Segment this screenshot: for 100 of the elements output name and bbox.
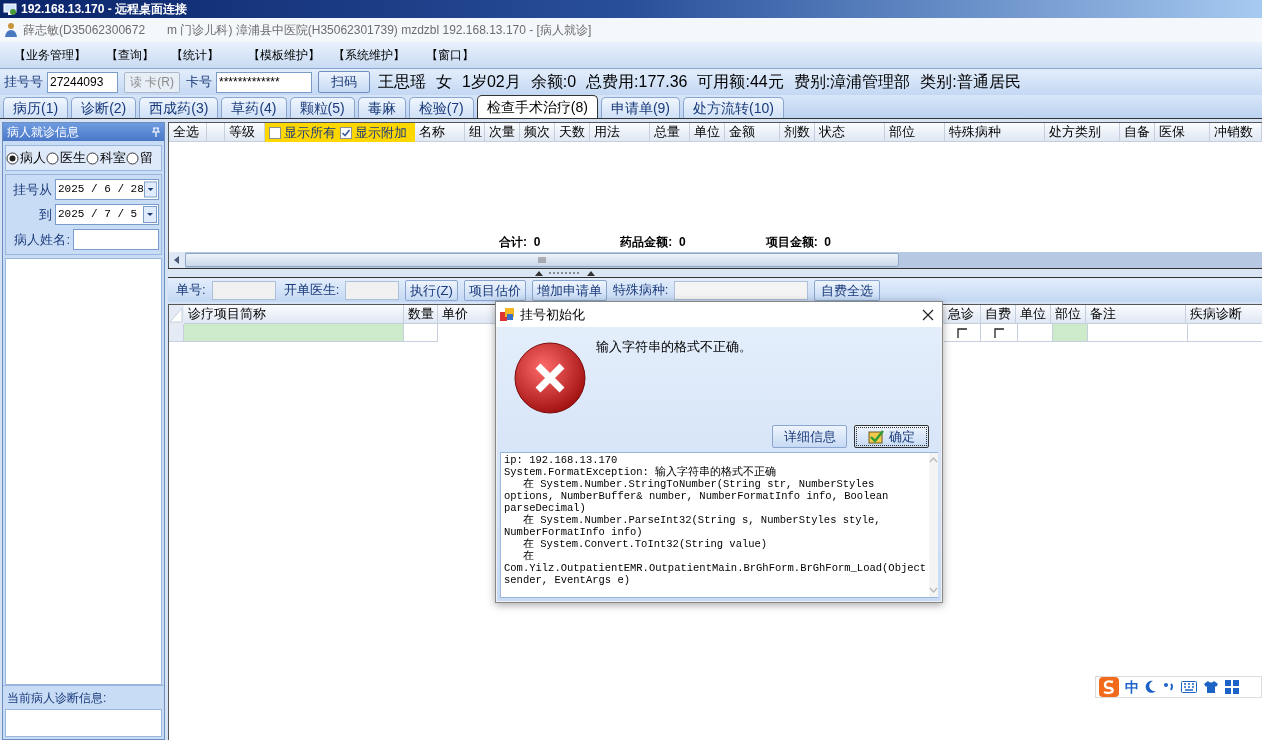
panel-title: 病人就诊信息 bbox=[7, 124, 79, 141]
splitter-grip-icon bbox=[535, 270, 595, 276]
menu-item[interactable]: 【模板维护】 bbox=[248, 46, 333, 64]
error-message: 输入字符串的格式不正确。 bbox=[596, 338, 752, 356]
menu-item[interactable]: 【窗口】 bbox=[426, 46, 496, 64]
error-icon bbox=[514, 341, 586, 415]
tab[interactable]: 病历(1) bbox=[3, 97, 69, 118]
radio-option[interactable]: 医生 bbox=[46, 148, 86, 168]
toolbar-button[interactable]: 自费全选 bbox=[814, 279, 881, 301]
close-icon bbox=[922, 308, 934, 321]
menu-item[interactable]: 【系统维护】 bbox=[333, 46, 426, 64]
error-details-line: 在 System.Number.ParseInt32(String s, NumberStyles style, NumberFormatInfo info) bbox=[504, 514, 882, 538]
field-label: 开单医生: bbox=[283, 281, 340, 300]
moon-icon bbox=[1145, 680, 1157, 694]
scrollbar-thumb[interactable] bbox=[185, 253, 899, 267]
field-label: 到 bbox=[39, 205, 52, 224]
total-label: 药品金额: 0 bbox=[620, 234, 686, 251]
toolbar-button[interactable]: 增加申请单 bbox=[531, 279, 607, 301]
radio-option[interactable]: 科室 bbox=[86, 148, 126, 168]
checkbox[interactable] bbox=[269, 126, 281, 139]
error-details-line: ip: 192.168.13.170 bbox=[504, 454, 619, 466]
tab[interactable]: 检查手术治疗(8) bbox=[476, 95, 598, 118]
window-title: 192.168.13.170 - 远程桌面连接 bbox=[21, 1, 188, 18]
tab[interactable]: 处方流转(10) bbox=[683, 97, 784, 118]
app-title: m 门诊儿科) 漳浦县中医院(H35062301739) mzdzbl 192.168.13.170 - [病人就诊] bbox=[167, 22, 592, 39]
date-picker[interactable]: 2025 / 7 / 5 bbox=[55, 204, 159, 225]
dropdown-icon bbox=[143, 181, 157, 198]
scan-button[interactable]: 扫码 bbox=[318, 71, 370, 93]
table-cell[interactable] bbox=[184, 324, 404, 342]
menu-item[interactable]: 【查询】 bbox=[106, 46, 171, 64]
checkbox-option[interactable]: 显示所有 bbox=[269, 122, 336, 143]
dialog-title: 挂号初始化 bbox=[520, 305, 586, 324]
app-title: 薛志敏(D35062300672 bbox=[23, 22, 146, 39]
monitor-icon bbox=[3, 2, 17, 16]
total-label: 项目金额: 0 bbox=[765, 234, 832, 251]
patient-info: 类别:普通居民 bbox=[920, 72, 1021, 92]
pin-icon bbox=[152, 127, 160, 137]
scroll-left-icon bbox=[169, 252, 185, 268]
tab[interactable]: 毒麻 bbox=[357, 97, 406, 118]
checkbox[interactable] bbox=[957, 327, 967, 338]
patient-info: 费别:漳浦管理部 bbox=[793, 72, 911, 92]
check-icon bbox=[868, 429, 884, 444]
scrollbar[interactable] bbox=[929, 453, 939, 597]
grip-icon bbox=[538, 256, 546, 264]
error-details-line: System.FormatException: 输入字符串的格式不正确 bbox=[504, 466, 778, 478]
toolbar-button[interactable]: 执行(Z) bbox=[405, 279, 458, 301]
ime-mode[interactable]: 中 bbox=[1125, 676, 1139, 698]
field-label: 特殊病种: bbox=[612, 281, 669, 300]
input-field[interactable] bbox=[674, 280, 809, 300]
field-label: 挂号号 bbox=[4, 73, 43, 92]
date-picker[interactable]: 2025 / 6 / 28 bbox=[55, 179, 159, 200]
punctuation-icon bbox=[1163, 681, 1175, 693]
date-value: 2025 / 6 / 28 bbox=[58, 182, 144, 198]
input-field[interactable] bbox=[211, 280, 276, 300]
radio-option[interactable]: 病人 bbox=[6, 148, 46, 168]
tab[interactable]: 诊断(2) bbox=[71, 97, 137, 118]
input-field[interactable]: 27244093 bbox=[47, 71, 118, 93]
patient-info: 总费用:177.36 bbox=[586, 72, 688, 92]
person-icon bbox=[3, 22, 19, 38]
menu-item[interactable]: 【统计】 bbox=[171, 46, 248, 64]
patient-info: 王思瑶 bbox=[378, 72, 426, 92]
checkbox[interactable] bbox=[994, 327, 1004, 338]
grid-icon bbox=[1225, 680, 1239, 694]
radio-option[interactable]: 留 bbox=[126, 148, 153, 168]
error-details-line: 在 Com.Yilz.OutpatientEMR.OutpatientMain.BrGhForm.BrGhForm_Load(Object sender, EventArgs e) bbox=[504, 550, 927, 586]
tab[interactable]: 西成药(3) bbox=[139, 97, 219, 118]
field-label: 病人姓名: bbox=[14, 230, 70, 249]
keyboard-icon bbox=[1181, 681, 1197, 693]
total-label: 合计: 0 bbox=[499, 234, 541, 251]
shirt-icon bbox=[1203, 680, 1219, 694]
field-label: 卡号 bbox=[186, 73, 212, 92]
input-field[interactable]: ************* bbox=[216, 71, 312, 93]
tab[interactable]: 草药(4) bbox=[221, 97, 287, 118]
tab[interactable]: 申请单(9) bbox=[600, 97, 680, 118]
splitter[interactable] bbox=[168, 268, 1262, 278]
field-label: 挂号从 bbox=[13, 180, 52, 199]
dialog-button[interactable]: 确定 bbox=[854, 425, 929, 448]
app-icon bbox=[500, 307, 514, 322]
error-details-line: 在 System.Convert.ToInt32(String value) bbox=[522, 538, 769, 550]
table-cell[interactable] bbox=[1053, 324, 1088, 342]
error-details-line: 在 System.Number.StringToNumber(String str, NumberStyles options, NumberBuffer& number, NumberFormatInfo info, Boolean parseDecimal) bbox=[504, 478, 890, 514]
date-value: 2025 / 7 / 5 bbox=[58, 207, 138, 223]
dropdown-icon bbox=[143, 206, 157, 223]
patient-info: 女 bbox=[436, 72, 452, 92]
menu-item[interactable]: 【业务管理】 bbox=[14, 46, 106, 64]
tab[interactable]: 颗粒(5) bbox=[289, 97, 355, 118]
patient-info: 余额:0 bbox=[530, 72, 577, 92]
tab[interactable]: 检验(7) bbox=[408, 97, 474, 118]
scroll-down-icon bbox=[929, 587, 939, 593]
patient-info: 可用额:44元 bbox=[697, 72, 784, 92]
patient-info: 1岁02月 bbox=[462, 72, 521, 92]
field-label: 单号: bbox=[176, 281, 206, 300]
input-field[interactable] bbox=[73, 229, 159, 250]
dialog-button[interactable]: 详细信息 bbox=[772, 425, 847, 448]
checkbox-option[interactable]: 显示附加 bbox=[340, 122, 407, 143]
scroll-up-icon bbox=[929, 457, 939, 463]
checkbox[interactable] bbox=[340, 126, 352, 139]
input-field[interactable] bbox=[345, 280, 400, 300]
toolbar-button[interactable]: 项目估价 bbox=[463, 279, 526, 301]
row-header bbox=[169, 324, 184, 342]
